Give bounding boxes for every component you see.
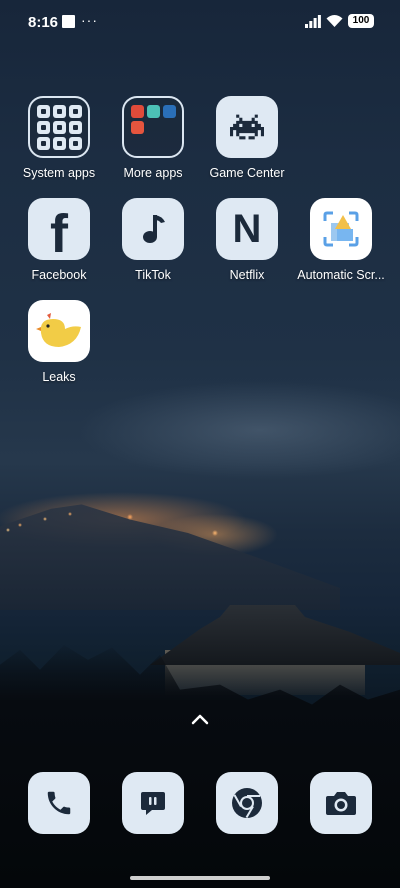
dock-phone[interactable] [28, 772, 90, 834]
app-more-apps[interactable]: More apps [106, 96, 200, 180]
notification-square-icon [62, 15, 75, 28]
app-label: TikTok [135, 268, 171, 282]
app-label: Leaks [42, 370, 76, 384]
app-facebook[interactable]: f Facebook [12, 198, 106, 282]
app-label: More apps [123, 166, 183, 180]
chevron-up-icon[interactable] [190, 712, 210, 726]
app-label: Netflix [229, 268, 265, 282]
netflix-n-icon: N [216, 198, 278, 260]
signal-icon [305, 15, 321, 28]
phone-icon [47, 791, 71, 815]
app-leaks[interactable]: Leaks [12, 300, 106, 384]
chick-icon [28, 300, 90, 362]
home-indicator[interactable] [130, 876, 270, 880]
app-game-center[interactable]: Game Center [200, 96, 294, 180]
status-bar: 8:16 ··· 100 [0, 0, 400, 44]
space-invader-icon [216, 96, 278, 158]
netflix-glyph: N [232, 206, 262, 251]
chrome-icon [232, 788, 262, 819]
wallpaper-city-lights [0, 505, 260, 545]
camera-icon [326, 792, 356, 815]
app-system-apps[interactable]: System apps [12, 96, 106, 180]
dock-chrome[interactable] [216, 772, 278, 834]
status-time: 8:16 [28, 14, 59, 31]
wallpaper-temple-roof [150, 605, 400, 665]
dock-camera[interactable] [310, 772, 372, 834]
facebook-icon: f [28, 198, 90, 264]
app-automatic-screenshot[interactable]: Automatic Scr... [294, 198, 388, 282]
app-label: Automatic Scr... [297, 268, 385, 282]
battery-icon: 100 [348, 14, 374, 28]
more-notifications-icon: ··· [81, 12, 98, 28]
automatic-screenshot-icon [310, 198, 372, 260]
system-apps-folder-icon [28, 96, 90, 158]
app-label: System apps [22, 166, 96, 180]
app-tiktok[interactable]: TikTok [106, 198, 200, 282]
app-label: Game Center [209, 166, 285, 180]
more-apps-folder-icon [122, 96, 184, 158]
music-note-icon [122, 198, 184, 260]
dock-messages[interactable] [122, 772, 184, 834]
app-netflix[interactable]: N Netflix [200, 198, 294, 282]
message-icon [141, 792, 165, 815]
wifi-icon [326, 15, 343, 27]
facebook-glyph: f [50, 204, 68, 264]
app-label: Facebook [31, 268, 87, 282]
